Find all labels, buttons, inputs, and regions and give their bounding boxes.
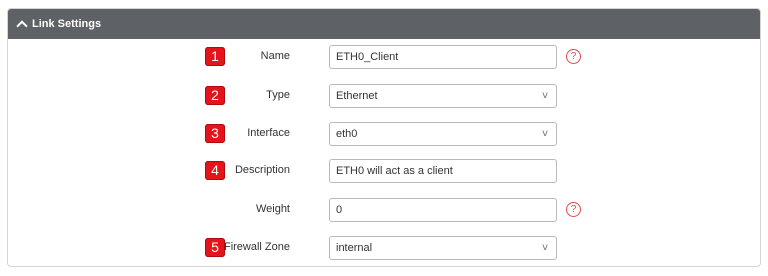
firewall-zone-label: Firewall Zone bbox=[223, 241, 290, 253]
form-row-weight: Weight 0 ? bbox=[8, 198, 760, 224]
name-input[interactable]: ETH0_Client bbox=[329, 45, 557, 69]
form-row-type: 2 Type Ethernet v bbox=[8, 84, 760, 110]
name-input-value: ETH0_Client bbox=[336, 51, 399, 63]
firewall-zone-select[interactable]: internal v bbox=[329, 236, 557, 260]
link-settings-panel: Link Settings 1 Name ETH0_Client ? 2 Typ… bbox=[7, 8, 761, 267]
description-label: Description bbox=[234, 164, 290, 176]
step-badge: 3 bbox=[205, 124, 225, 143]
chevron-up-icon[interactable] bbox=[16, 19, 28, 32]
form-row-name: 1 Name ETH0_Client ? bbox=[8, 45, 760, 71]
name-label: Name bbox=[260, 50, 290, 62]
form-row-description: 4 Description ETH0 will act as a client bbox=[8, 159, 760, 185]
panel-title: Link Settings bbox=[32, 18, 102, 30]
type-label: Type bbox=[266, 89, 290, 101]
chevron-down-icon: v bbox=[542, 128, 548, 139]
help-icon[interactable]: ? bbox=[566, 49, 581, 64]
step-badge: 4 bbox=[205, 161, 225, 180]
step-badge: 2 bbox=[205, 86, 225, 105]
interface-select[interactable]: eth0 v bbox=[329, 122, 557, 146]
type-select-value: Ethernet bbox=[336, 90, 378, 102]
chevron-down-icon: v bbox=[542, 242, 548, 253]
description-input[interactable]: ETH0 will act as a client bbox=[329, 159, 557, 183]
step-badge: 5 bbox=[205, 238, 225, 257]
description-input-value: ETH0 will act as a client bbox=[336, 165, 453, 177]
form-row-interface: 3 Interface eth0 v bbox=[8, 122, 760, 148]
weight-input-value: 0 bbox=[336, 204, 343, 216]
chevron-down-icon: v bbox=[542, 90, 548, 101]
interface-label: Interface bbox=[247, 127, 290, 139]
type-select[interactable]: Ethernet v bbox=[329, 84, 557, 108]
step-badge: 1 bbox=[205, 47, 225, 66]
form-row-firewall-zone: 5 Firewall Zone internal v bbox=[8, 236, 760, 262]
weight-label: Weight bbox=[255, 203, 290, 215]
interface-select-value: eth0 bbox=[336, 128, 358, 140]
weight-input[interactable]: 0 bbox=[329, 198, 557, 222]
panel-header[interactable]: Link Settings bbox=[8, 9, 760, 39]
help-icon[interactable]: ? bbox=[566, 202, 581, 217]
firewall-zone-select-value: internal bbox=[336, 242, 373, 254]
